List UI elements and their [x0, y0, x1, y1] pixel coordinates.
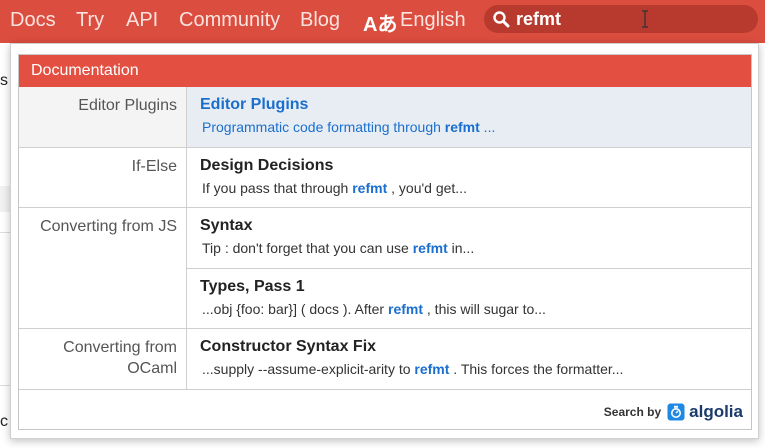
search-attribution[interactable]: Search by algolia — [604, 401, 743, 423]
snippet-text: Tip : don't forget that you can use — [202, 240, 413, 256]
algolia-logo-icon — [667, 403, 685, 421]
snippet-text: in... — [447, 240, 475, 256]
search-by-label: Search by — [603, 405, 662, 419]
search-results-dropdown: Documentation Editor Plugins Editor Plug… — [10, 43, 759, 439]
snippet-text: , this will sugar to... — [423, 301, 546, 317]
snippet-highlight: refmt — [444, 119, 480, 135]
result-title: Editor Plugins — [200, 96, 309, 113]
result-row[interactable]: Converting from JS Syntax Tip : don't fo… — [19, 208, 751, 329]
snippet-text: Programmatic code formatting through — [202, 119, 445, 135]
category-header: Documentation — [19, 55, 751, 87]
snippet-text: ...supply --assume-explicit-arity to — [202, 361, 415, 377]
background-divider — [0, 385, 10, 386]
search-input[interactable] — [516, 7, 746, 31]
result-subcategory: Converting from OCaml — [19, 329, 187, 389]
nav-link-docs[interactable]: Docs — [10, 9, 56, 32]
background-text-fragment: s — [0, 72, 8, 89]
result-snippet: ...supply --assume-explicit-arity to ref… — [202, 360, 740, 378]
nav-link-community[interactable]: Community — [179, 9, 280, 32]
result-content[interactable]: Types, Pass 1 ...obj {foo: bar}] ( docs … — [200, 277, 740, 318]
snippet-text: ...obj {foo: bar}] ( docs ). After — [202, 301, 388, 317]
snippet-highlight: refmt — [412, 240, 448, 256]
text-cursor-icon — [642, 10, 648, 28]
result-content[interactable]: Constructor Syntax Fix ...supply --assum… — [200, 337, 740, 378]
snippet-text: If you pass that through — [202, 180, 353, 196]
result-snippet: If you pass that through refmt , you'd g… — [202, 179, 740, 197]
result-snippet: Programmatic code formatting through ref… — [202, 118, 740, 136]
result-subcategory: Editor Plugins — [19, 87, 187, 147]
result-content[interactable]: Editor Plugins Programmatic code formatt… — [200, 95, 740, 136]
result-snippet: Tip : don't forget that you can use refm… — [202, 239, 740, 257]
snippet-text: , you'd get... — [387, 180, 467, 196]
snippet-highlight: refmt — [388, 301, 424, 317]
snippet-highlight: refmt — [352, 180, 388, 196]
result-content[interactable]: Design Decisions If you pass that throug… — [200, 156, 740, 197]
snippet-highlight: refmt — [414, 361, 450, 377]
result-title: Types, Pass 1 — [200, 278, 305, 295]
snippet-text: . This forces the formatter... — [449, 361, 624, 377]
algolia-brand: algolia — [689, 402, 743, 421]
result-content[interactable]: Syntax Tip : don't forget that you can u… — [200, 216, 740, 257]
result-row[interactable]: Editor Plugins Editor Plugins Programmat… — [19, 87, 751, 148]
background-text-fragment: c — [0, 413, 8, 430]
nav-link-api[interactable]: API — [126, 9, 158, 32]
result-snippet: ...obj {foo: bar}] ( docs ). After refmt… — [202, 300, 740, 318]
nav-link-blog[interactable]: Blog — [300, 9, 340, 32]
result-row[interactable]: Types, Pass 1 ...obj {foo: bar}] ( docs … — [19, 269, 751, 329]
top-navbar: Docs Try API Community Blog Aあ English — [0, 0, 765, 43]
result-title: Constructor Syntax Fix — [200, 338, 377, 355]
language-icon[interactable]: Aあ — [363, 8, 397, 37]
background-panel — [0, 186, 10, 212]
result-row[interactable]: If-Else Design Decisions If you pass tha… — [19, 148, 751, 208]
snippet-text: ... — [479, 119, 496, 135]
results-panel: Documentation Editor Plugins Editor Plug… — [18, 54, 752, 430]
result-title: Syntax — [200, 217, 253, 234]
nav-link-try[interactable]: Try — [76, 9, 104, 32]
search-icon — [493, 11, 510, 28]
result-row[interactable]: Converting from OCaml Constructor Syntax… — [19, 329, 751, 390]
search-box[interactable] — [484, 5, 758, 33]
result-title: Design Decisions — [200, 157, 334, 174]
language-selector[interactable]: English — [400, 9, 466, 32]
result-subcategory: If-Else — [19, 148, 187, 207]
background-divider — [0, 232, 10, 233]
